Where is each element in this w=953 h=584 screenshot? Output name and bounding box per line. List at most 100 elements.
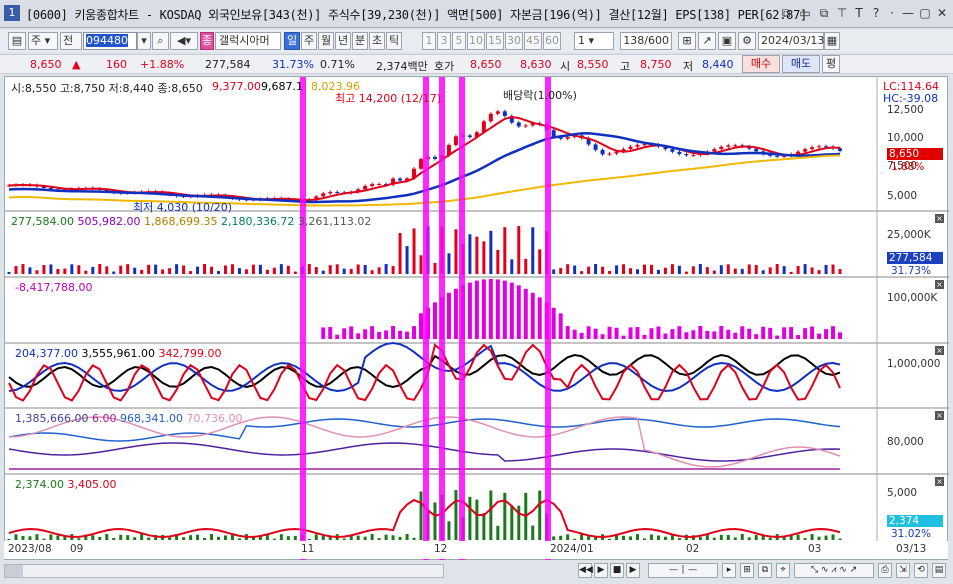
volume-bar [552, 269, 556, 274]
zoom-in-icon[interactable]: ▸ [722, 563, 736, 578]
interval-select[interactable]: 1 ▾ [574, 32, 614, 50]
volume-bar [28, 267, 32, 274]
print-icon[interactable]: ⎙ [878, 563, 892, 578]
interval-button-2[interactable]: 5 [452, 32, 466, 50]
volume-bar [538, 249, 542, 274]
interval-button-1[interactable]: 3 [437, 32, 451, 50]
date-field[interactable]: 2024/03/13 [758, 32, 824, 50]
link-window-icon[interactable]: ⧉ [778, 5, 794, 21]
layout-icon[interactable]: ▤ [8, 32, 26, 50]
volume-bar [761, 270, 765, 274]
volume-bar [196, 266, 200, 274]
speaker-icon[interactable]: ◀▾ [170, 32, 198, 50]
volume-panel-close-icon[interactable]: × [935, 214, 944, 223]
zoom-slider[interactable]: — ∣ — [648, 563, 718, 578]
amount-bar [538, 490, 542, 540]
indicator1-panel-close-icon[interactable]: × [935, 280, 944, 289]
scroll-prev-icon[interactable]: ▶ [594, 563, 608, 578]
high-label: 고 [620, 60, 631, 73]
interval-button-7[interactable]: 60 [543, 32, 561, 50]
volume-bar [363, 265, 367, 274]
drawing-tools[interactable]: ⤡ ∿ ⩘ ∿ ↗ [794, 563, 874, 578]
interval-button-0[interactable]: 1 [422, 32, 436, 50]
indicator1-bar [677, 326, 682, 339]
amount-panel-close-icon[interactable]: × [935, 477, 944, 486]
scroll-track[interactable] [4, 564, 444, 578]
calendar-icon[interactable]: ▦ [824, 32, 840, 50]
quote-bar: 8,650 ▲ 160 +1.88% 277,584 31.73% 0.71% … [0, 54, 953, 74]
amount-bar [496, 525, 500, 540]
code-dropdown-icon[interactable]: ▾ [137, 32, 151, 50]
indicator1-bar [649, 328, 654, 339]
indicator3-panel-close-icon[interactable]: × [935, 411, 944, 420]
chart-svg[interactable] [5, 77, 949, 561]
indicator1-bar [572, 329, 577, 339]
amount-bar [203, 537, 207, 540]
export-icon[interactable]: ⇲ [896, 563, 910, 578]
candle-body [803, 149, 808, 152]
period-button-0[interactable]: 일 [284, 32, 300, 50]
x-tick-3: 12 [434, 543, 448, 555]
volume-bar [70, 264, 74, 274]
copy-window-icon[interactable]: ⧉ [816, 5, 832, 21]
copy-icon[interactable]: ⧉ [758, 563, 772, 578]
search-icon[interactable]: ⌕ [152, 32, 169, 50]
scroll-next-icon[interactable]: ▶ [626, 563, 640, 578]
save-icon[interactable]: ▣ [718, 32, 736, 50]
font-icon[interactable]: T [851, 5, 867, 21]
line-tool-icon[interactable]: ↗ [698, 32, 716, 50]
option-dot-icon[interactable]: · [884, 5, 900, 21]
interval-button-5[interactable]: 30 [505, 32, 523, 50]
interval-button-3[interactable]: 10 [467, 32, 485, 50]
period-button-3[interactable]: 년 [335, 32, 351, 50]
period-button-6[interactable]: 틱 [386, 32, 402, 50]
x-tick-7: 03/13 [896, 543, 927, 555]
favorite-badge[interactable]: 종 [200, 32, 214, 50]
candle-body [377, 184, 382, 186]
period-select[interactable]: 주 ▾ [28, 32, 58, 50]
indicator1-bar [453, 288, 458, 339]
buy-button[interactable]: 매수 [742, 55, 780, 73]
indicator1-bar [705, 330, 710, 339]
period-button-2[interactable]: 월 [318, 32, 334, 50]
scroll-thumb[interactable] [5, 565, 23, 577]
minimize-icon[interactable]: — [900, 5, 916, 21]
pin-icon[interactable]: ⊤ [834, 5, 850, 21]
arrange-window-icon[interactable]: ▭ [797, 5, 813, 21]
chart-canvas[interactable]: 시:8,550 고:8,750 저:8,440 종:8,650 9,377.00… [4, 76, 949, 561]
evaluation-button[interactable]: 평 [822, 55, 840, 73]
amount-bar [796, 534, 800, 540]
config-icon[interactable]: ▤ [932, 563, 946, 578]
help-icon[interactable]: ? [868, 5, 884, 21]
scroll-first-icon[interactable]: ◀◀ [578, 563, 593, 578]
count-field[interactable]: 138/600 [620, 32, 672, 50]
volume-bar [398, 233, 402, 274]
sell-button[interactable]: 매도 [782, 55, 820, 73]
scroll-stop-icon[interactable]: ■ [610, 563, 624, 578]
volume-bar [237, 268, 241, 274]
reset-icon[interactable]: ⟲ [914, 563, 928, 578]
cursor-icon[interactable]: ⌖ [776, 563, 790, 578]
volume-bar [244, 269, 248, 274]
period-button-4[interactable]: 분 [352, 32, 368, 50]
close-icon[interactable]: ✕ [934, 5, 950, 21]
period-button-5[interactable]: 초 [369, 32, 385, 50]
indicator2-panel-close-icon[interactable]: × [935, 346, 944, 355]
stock-code-input[interactable]: 094480 [83, 32, 137, 50]
amount-bar [510, 505, 514, 540]
settings-icon[interactable]: ⚙ [738, 32, 756, 50]
indicator1-bar [698, 326, 703, 339]
count-total: /600 [644, 34, 669, 47]
candle-body [677, 151, 682, 155]
range-select[interactable]: 전 [60, 32, 82, 50]
maximize-icon[interactable]: ▢ [917, 5, 933, 21]
interval-button-4[interactable]: 15 [486, 32, 504, 50]
grid-icon[interactable]: ⊞ [740, 563, 754, 578]
volume-bar [49, 264, 53, 274]
interval-button-6[interactable]: 45 [524, 32, 542, 50]
indicator1-bar [467, 282, 472, 339]
candle-body [398, 178, 403, 181]
period-button-1[interactable]: 주 [301, 32, 317, 50]
tool-icon[interactable]: ⊞ [678, 32, 696, 50]
x-tick-0: 2023/08 [8, 543, 52, 555]
